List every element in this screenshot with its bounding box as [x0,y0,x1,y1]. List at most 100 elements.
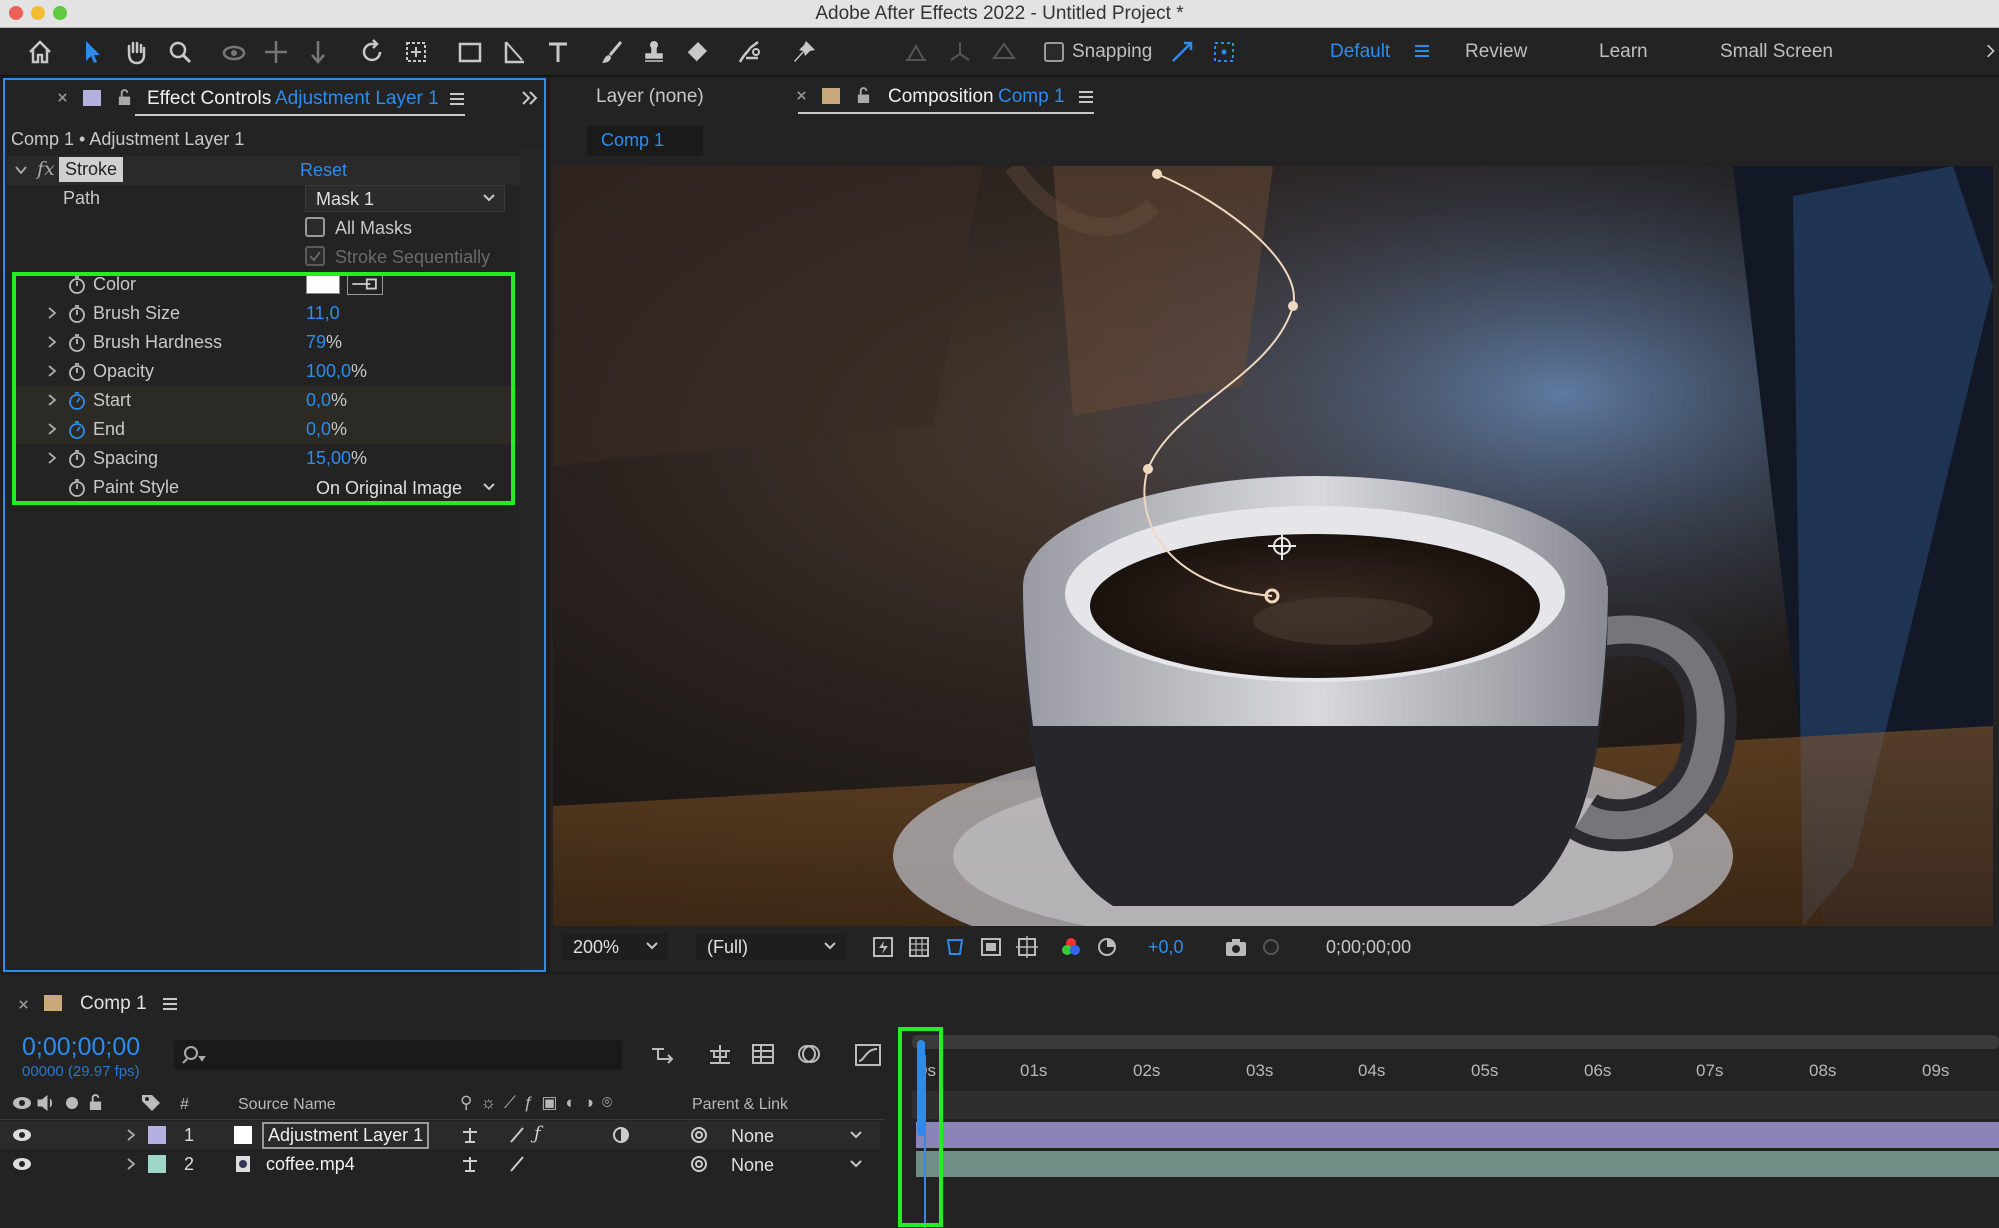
current-time-display[interactable]: 0;00;00;00 [22,1033,140,1062]
anchor-point-icon[interactable] [1268,532,1296,560]
chevron-right-icon[interactable] [47,365,59,377]
comp-breadcrumb-button[interactable]: Comp 1 [587,126,703,156]
layer-track-bar[interactable] [916,1122,1999,1148]
viewer-timecode[interactable]: 0;00;00;00 [1326,937,1411,958]
reset-exposure-icon[interactable] [1096,936,1118,958]
frame-blending-icon[interactable] [750,1043,776,1065]
layer-name[interactable]: coffee.mp4 [266,1154,355,1175]
shy-switch-icon[interactable] [460,1155,480,1173]
mask-vertex[interactable] [1152,169,1162,179]
timeline-search-input[interactable] [174,1040,622,1070]
workspace-review[interactable]: Review [1465,41,1527,63]
stopwatch-active-icon[interactable] [67,391,87,411]
mask-vertex[interactable] [1288,301,1298,311]
work-area-bar[interactable] [912,1035,1999,1049]
workspace-overflow-icon[interactable] [1986,40,1996,62]
close-tab-icon[interactable] [57,92,68,103]
playhead-line[interactable] [924,1055,926,1228]
stopwatch-icon[interactable] [67,275,87,295]
clone-stamp-icon[interactable] [638,36,670,68]
pick-whip-icon[interactable] [690,1155,708,1173]
workspace-menu-icon[interactable] [1412,41,1432,61]
zoom-tool-icon[interactable] [164,36,196,68]
close-tab-icon[interactable] [796,90,807,101]
effect-controls-layer-name[interactable]: Adjustment Layer 1 [275,88,439,110]
pick-whip-icon[interactable] [690,1126,708,1144]
parent-dropdown[interactable]: None [720,1151,872,1178]
start-value[interactable]: 0,0% [306,390,347,411]
reset-link[interactable]: Reset [300,160,347,181]
effect-collapse-icon[interactable] [15,165,27,175]
eye-icon[interactable] [12,1128,32,1142]
color-swatch[interactable] [306,274,340,294]
mask-vertex[interactable] [1143,464,1153,474]
pan-camera-icon[interactable] [260,36,292,68]
fast-previews-icon[interactable] [872,936,894,958]
pen-tool-icon[interactable] [498,36,530,68]
eye-icon[interactable] [12,1157,32,1171]
composition-tab-label[interactable]: Composition [888,86,994,108]
mask-path-overlay[interactable] [553,166,1993,926]
composition-viewer[interactable] [553,166,1993,926]
parent-dropdown[interactable]: None [720,1122,872,1149]
channels-icon[interactable] [1060,936,1082,958]
layer-tab[interactable]: Layer (none) [596,86,704,108]
orbit-camera-icon[interactable] [218,36,250,68]
opacity-value[interactable]: 100,0% [306,361,367,382]
lock-icon[interactable] [117,88,132,107]
composition-tab-name[interactable]: Comp 1 [998,86,1065,108]
draft-3d-icon[interactable] [706,1043,734,1065]
selection-tool-icon[interactable] [76,36,108,68]
panel-expand-icon[interactable] [521,90,539,106]
snapping-checkbox[interactable] [1044,42,1064,62]
stopwatch-icon[interactable] [67,449,87,469]
roto-brush-icon[interactable] [734,36,766,68]
snap-features-icon[interactable] [1208,36,1240,68]
puppet-pin-icon[interactable] [788,36,820,68]
stopwatch-icon[interactable] [67,333,87,353]
exposure-value[interactable]: +0,0 [1148,937,1184,958]
brush-tool-icon[interactable] [596,36,628,68]
rotation-tool-icon[interactable] [356,36,388,68]
quality-switch-icon[interactable] [508,1126,526,1144]
timeline-layer-row[interactable]: 2 coffee.mp4 None [0,1150,880,1178]
effect-name[interactable]: Stroke [59,157,124,182]
workspace-learn[interactable]: Learn [1599,41,1648,63]
show-snapshot-icon[interactable] [1260,936,1282,958]
workspace-small-screen[interactable]: Small Screen [1720,41,1833,63]
source-name-column-header[interactable]: Source Name [238,1096,336,1114]
scrollbar-track[interactable] [519,150,543,970]
fx-toggle[interactable]: fx [37,158,55,180]
snap-edges-icon[interactable] [1166,36,1198,68]
layer-label-color[interactable] [148,1155,166,1173]
layer-label-color[interactable] [148,1126,166,1144]
quality-switch-icon[interactable] [508,1155,526,1173]
stopwatch-icon[interactable] [67,304,87,324]
rectangle-tool-icon[interactable] [454,36,486,68]
timeline-tab-label[interactable]: Comp 1 [80,993,147,1015]
chevron-right-icon[interactable] [126,1158,136,1170]
stopwatch-icon[interactable] [67,362,87,382]
workspace-default[interactable]: Default [1330,41,1390,63]
graph-editor-icon[interactable] [854,1043,882,1067]
panel-menu-icon[interactable] [1078,90,1094,104]
anchor-point-tool-icon[interactable] [400,36,432,68]
transparency-grid-icon[interactable] [908,936,930,958]
eyedropper-icon[interactable] [347,273,383,295]
home-icon[interactable] [24,36,56,68]
chevron-right-icon[interactable] [47,394,59,406]
path-dropdown[interactable]: Mask 1 [305,185,505,212]
mask-visibility-icon[interactable] [944,936,966,958]
grid-guides-icon[interactable] [1016,936,1038,958]
timeline-layer-row[interactable]: 1 Adjustment Layer 1 ƒ None [0,1121,880,1149]
brush-hardness-value[interactable]: 79% [306,332,342,353]
eraser-tool-icon[interactable] [680,36,712,68]
region-of-interest-icon[interactable] [980,936,1002,958]
lock-icon[interactable] [856,86,871,105]
chevron-right-icon[interactable] [126,1129,136,1141]
zoom-dropdown[interactable]: 200% [562,933,668,960]
chevron-right-icon[interactable] [47,336,59,348]
chevron-right-icon[interactable] [47,307,59,319]
paint-style-dropdown[interactable]: On Original Image [305,474,505,501]
type-tool-icon[interactable] [542,36,574,68]
